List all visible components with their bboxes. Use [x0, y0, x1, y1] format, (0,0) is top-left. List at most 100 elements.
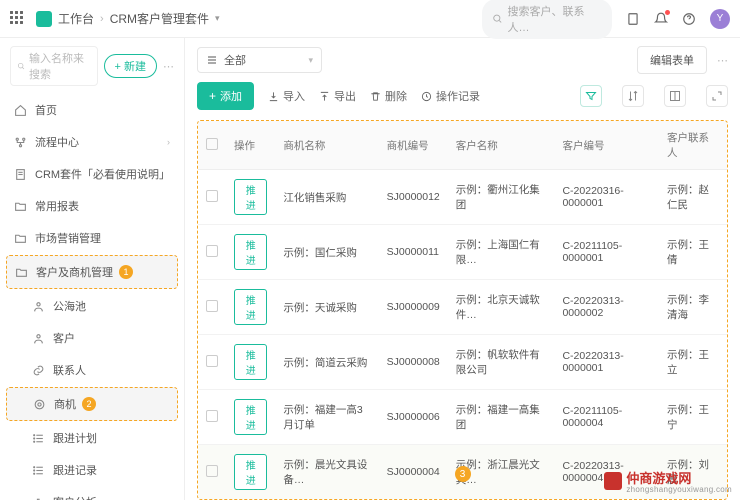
columns-icon [669, 90, 681, 102]
annotation-badge-3: 3 [455, 466, 471, 482]
watermark: 仲商游戏网 zhongshangyouxiwang.com [604, 468, 732, 494]
bell-icon[interactable] [654, 12, 668, 26]
columns-button[interactable] [664, 85, 686, 107]
sort-button[interactable] [622, 85, 644, 107]
annotation-badge: 2 [82, 397, 96, 411]
breadcrumb-suite[interactable]: CRM客户管理套件 [110, 10, 209, 27]
cell-name: 示例：国仁采购 [275, 225, 378, 280]
expand-button[interactable] [706, 85, 728, 107]
push-button[interactable]: 推进 [234, 399, 267, 435]
sidebar-item-10[interactable]: 跟进计划 [0, 422, 184, 454]
push-button[interactable]: 推进 [234, 179, 267, 215]
link-icon [32, 364, 45, 377]
table-row[interactable]: 推进示例：简道云采购SJ0000008示例：帆软软件有限公司C-20220313… [198, 335, 727, 390]
sidebar-menu: 首页流程中心› CRM套件「必看使用说明」常用报表市场营销管理客户及商机管理 1 公海… [0, 94, 184, 500]
table-row[interactable]: 推进江化销售采购SJ0000012示例：衢州江化集团C-20220316-000… [198, 170, 727, 225]
search-icon [492, 13, 503, 24]
push-button[interactable]: 推进 [234, 454, 267, 490]
folder-icon [14, 200, 27, 213]
row-checkbox[interactable] [206, 410, 218, 422]
sidebar-item-7[interactable]: 客户 [0, 322, 184, 354]
sidebar-item-label: 客户 [53, 330, 75, 346]
col-header[interactable]: 操作 [226, 121, 275, 170]
sidebar-search[interactable]: 输入名称来搜索 [10, 46, 98, 86]
filter-button[interactable] [580, 85, 602, 107]
push-button[interactable]: 推进 [234, 289, 267, 325]
chevron-down-icon: ▾ [308, 55, 313, 66]
select-all-checkbox[interactable] [206, 138, 218, 150]
trash-icon [370, 91, 381, 102]
global-search[interactable]: 搜索客户、联系人… [482, 0, 612, 39]
cell-name: 示例：晨光文具设备… [275, 445, 378, 500]
more-icon[interactable]: ⋯ [163, 60, 174, 73]
add-button[interactable]: +添加 [197, 82, 254, 110]
view-selector[interactable]: 全部 ▾ [197, 47, 322, 73]
sidebar-item-label: CRM套件「必看使用说明」 [35, 166, 170, 182]
cell-contact: 示例：王立 [659, 335, 727, 390]
apps-icon[interactable] [10, 11, 26, 27]
flow-icon [14, 136, 27, 149]
sidebar-item-9[interactable]: 商机2 [6, 387, 178, 421]
bookmark-icon[interactable] [626, 12, 640, 26]
sidebar-item-1[interactable]: 流程中心› [0, 126, 184, 158]
sidebar-item-11[interactable]: 跟进记录 [0, 454, 184, 486]
sidebar-item-8[interactable]: 联系人 [0, 354, 184, 386]
upload-icon [319, 91, 330, 102]
expand-icon [711, 90, 723, 102]
sidebar-item-12[interactable]: 客户分析 [0, 486, 184, 500]
sidebar-item-label: 客户及商机管理 [36, 264, 113, 280]
row-checkbox[interactable] [206, 465, 218, 477]
avatar[interactable]: Y [710, 9, 730, 29]
log-button[interactable]: 操作记录 [421, 88, 480, 104]
row-checkbox[interactable] [206, 300, 218, 312]
breadcrumb-workspace[interactable]: 工作台 [58, 10, 94, 27]
more-icon[interactable]: ⋯ [717, 54, 728, 67]
export-button[interactable]: 导出 [319, 88, 356, 104]
annotation-badge: 1 [119, 265, 133, 279]
table-row[interactable]: 推进示例：国仁采购SJ0000011示例：上海国仁有限…C-20211105-0… [198, 225, 727, 280]
col-header[interactable]: 客户编号 [554, 121, 659, 170]
search-placeholder: 搜索客户、联系人… [508, 3, 603, 35]
sidebar-item-0[interactable]: 首页 [0, 94, 184, 126]
col-header[interactable]: 商机编号 [379, 121, 448, 170]
row-checkbox[interactable] [206, 355, 218, 367]
cell-custcode: C-20220313-0000001 [554, 335, 659, 390]
sidebar-item-2[interactable]: CRM套件「必看使用说明」 [0, 158, 184, 190]
doc-icon [14, 168, 27, 181]
cell-contact: 示例：王宁 [659, 390, 727, 445]
table-row[interactable]: 推进示例：福建一高3月订单SJ0000006示例：福建一高集团C-2021110… [198, 390, 727, 445]
user-icon [32, 300, 45, 313]
folder-icon [14, 232, 27, 245]
sidebar-item-4[interactable]: 市场营销管理 [0, 222, 184, 254]
new-button[interactable]: + 新建 [104, 54, 157, 78]
cell-cust: 示例：帆软软件有限公司 [448, 335, 555, 390]
sidebar-item-label: 客户分析 [53, 494, 97, 500]
push-button[interactable]: 推进 [234, 344, 267, 380]
col-header[interactable]: 客户名称 [448, 121, 555, 170]
edit-form-button[interactable]: 编辑表单 [637, 46, 707, 74]
sort-icon [627, 90, 639, 102]
cell-code: SJ0000011 [379, 225, 448, 280]
row-checkbox[interactable] [206, 245, 218, 257]
download-icon [268, 91, 279, 102]
chevron-down-icon[interactable]: ▾ [215, 13, 220, 24]
list-icon [32, 432, 45, 445]
cell-custcode: C-20211105-0000001 [554, 225, 659, 280]
sidebar-item-label: 常用报表 [35, 198, 79, 214]
help-icon[interactable] [682, 12, 696, 26]
delete-button[interactable]: 删除 [370, 88, 407, 104]
sidebar-item-6[interactable]: 公海池 [0, 290, 184, 322]
filter-icon [585, 90, 597, 102]
import-button[interactable]: 导入 [268, 88, 305, 104]
table-row[interactable]: 推进示例：天诚采购SJ0000009示例：北京天诚软件…C-20220313-0… [198, 280, 727, 335]
cell-custcode: C-20211105-0000004 [554, 390, 659, 445]
col-header[interactable]: 客户联系人 [659, 121, 727, 170]
sidebar-item-3[interactable]: 常用报表 [0, 190, 184, 222]
push-button[interactable]: 推进 [234, 234, 267, 270]
sidebar-item-5[interactable]: 客户及商机管理 1 [6, 255, 178, 289]
cell-contact: 示例：赵仁民 [659, 170, 727, 225]
sidebar-item-label: 联系人 [53, 362, 86, 378]
cell-name: 示例：天诚采购 [275, 280, 378, 335]
col-header[interactable]: 商机名称 [275, 121, 378, 170]
row-checkbox[interactable] [206, 190, 218, 202]
